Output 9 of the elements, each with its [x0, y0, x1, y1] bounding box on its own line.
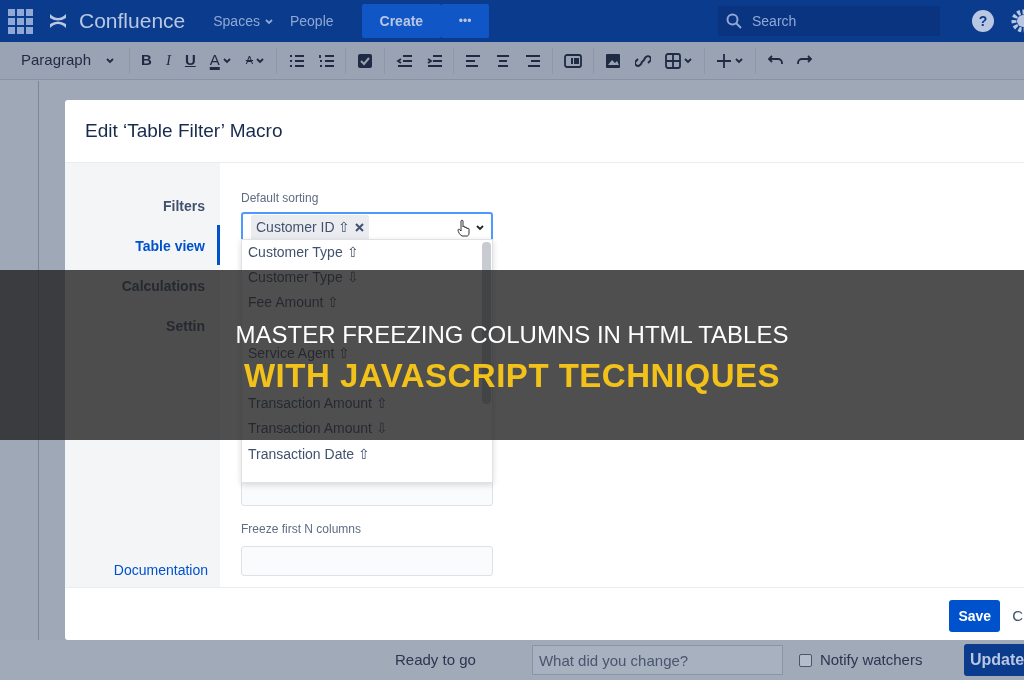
field-label: Freeze first N columns	[241, 521, 363, 537]
banner-subtitle: WITH JAVASCRIPT TECHNIQUES	[243, 356, 781, 396]
tag-label: Customer ID ⇧	[256, 218, 351, 237]
field-label: Default sorting	[241, 190, 320, 206]
banner-title: MASTER FREEZING COLUMNS IN HTML TABLES	[235, 320, 789, 348]
checkbox-label: Notify watchers	[819, 649, 923, 670]
status-text: Ready to go	[395, 649, 476, 670]
app-name: Confluence	[79, 8, 186, 35]
dialog-title: Edit ‘Table Filter’ Macro	[84, 118, 284, 143]
